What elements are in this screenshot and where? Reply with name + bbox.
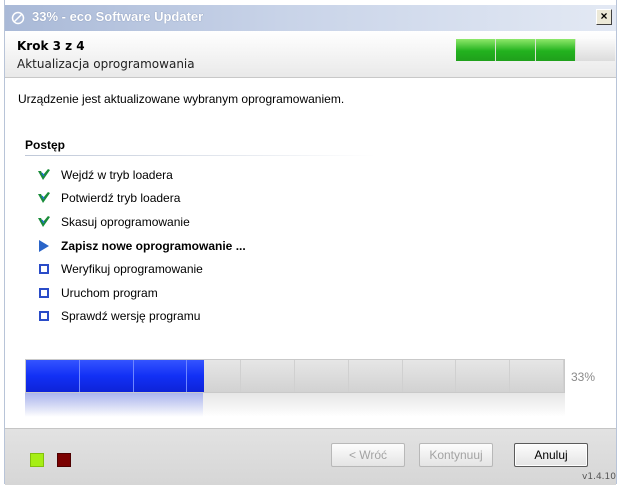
back-button[interactable]: < Wróć xyxy=(331,443,405,467)
footer-bar: < Wróć Kontynuuj Anuluj v1.4.10 xyxy=(5,428,616,485)
step-progress-bar xyxy=(456,39,615,61)
step-progress-segment xyxy=(456,39,496,61)
version-label: v1.4.10 xyxy=(582,472,616,482)
progress-cell xyxy=(133,360,188,392)
square-icon xyxy=(35,309,53,323)
continue-button[interactable]: Kontynuuj xyxy=(419,443,493,467)
progress-step: Skasuj oprogramowanie xyxy=(35,210,246,234)
progress-step: Uruchom program xyxy=(35,281,246,305)
progress-step-label: Uruchom program xyxy=(61,285,158,300)
progress-step-label: Zapisz nowe oprogramowanie ... xyxy=(61,238,246,253)
progress-section-title: Postęp xyxy=(25,138,66,152)
progress-step: Potwierdź tryb loadera xyxy=(35,187,246,211)
progress-step-label: Wejdź w tryb loadera xyxy=(61,167,173,182)
step-counter: Krok 3 z 4 xyxy=(17,39,85,53)
step-progress-segment xyxy=(536,39,576,61)
close-button[interactable]: × xyxy=(596,9,612,25)
cancel-button[interactable]: Anuluj xyxy=(514,443,588,467)
progress-step-label: Potwierdź tryb loadera xyxy=(61,191,181,206)
check-icon xyxy=(35,191,53,205)
status-indicator-green xyxy=(30,453,44,467)
square-icon xyxy=(35,262,53,276)
check-icon xyxy=(35,215,53,229)
section-divider xyxy=(25,155,375,156)
step-subtitle: Aktualizacja oprogramowania xyxy=(17,57,195,71)
progress-step: Weryfikuj oprogramowanie xyxy=(35,257,246,281)
progress-step-label: Weryfikuj oprogramowanie xyxy=(61,262,203,277)
progress-bar-reflection xyxy=(25,393,565,417)
progress-cell xyxy=(348,360,403,392)
status-indicator-red xyxy=(57,453,71,467)
progress-step: Sprawdź wersję programu xyxy=(35,305,246,329)
step-progress-segment xyxy=(496,39,536,61)
progress-cell xyxy=(456,360,511,392)
progress-step-list: Wejdź w tryb loadera Potwierdź tryb loade… xyxy=(35,163,246,328)
progress-cell xyxy=(294,360,349,392)
square-icon xyxy=(35,286,53,300)
progress-percent: 33% xyxy=(571,370,596,384)
progress-step-label: Sprawdź wersję programu xyxy=(61,309,201,324)
progress-step-label: Skasuj oprogramowanie xyxy=(61,214,190,229)
updater-window: 33% - eco Software Updater × Krok 3 z 4 … xyxy=(4,0,617,485)
step-progress-segment xyxy=(576,39,615,61)
step-header: Krok 3 z 4 Aktualizacja oprogramowania xyxy=(5,31,616,78)
check-icon xyxy=(35,168,53,182)
progress-cell xyxy=(79,360,134,392)
progress-fill-partial xyxy=(187,360,204,392)
main-progress-bar xyxy=(25,359,565,393)
window-title: 33% - eco Software Updater xyxy=(32,9,204,24)
progress-cell xyxy=(26,360,80,392)
progress-step: Wejdź w tryb loadera xyxy=(35,163,246,187)
progress-step: Zapisz nowe oprogramowanie ... xyxy=(35,234,246,258)
progress-cell xyxy=(241,360,295,392)
arrow-right-icon xyxy=(35,239,53,253)
progress-cell xyxy=(510,360,564,392)
app-icon xyxy=(11,11,25,25)
description-text: Urządzenie jest aktualizowane wybranym o… xyxy=(18,92,345,106)
title-bar: 33% - eco Software Updater × xyxy=(5,5,616,31)
progress-cell xyxy=(402,360,457,392)
